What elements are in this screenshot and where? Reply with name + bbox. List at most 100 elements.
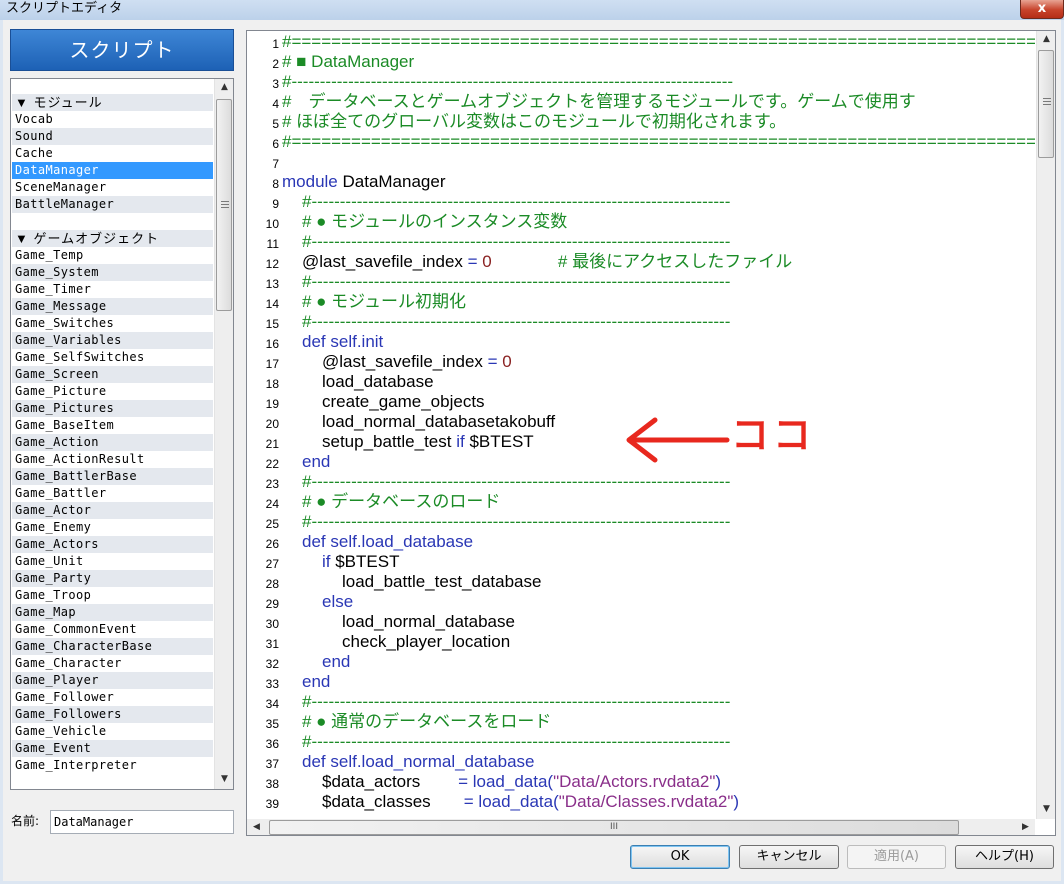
- code-line[interactable]: #---------------------------------------…: [302, 472, 730, 492]
- script-list-item[interactable]: SceneManager: [12, 179, 213, 196]
- code-line[interactable]: #---------------------------------------…: [302, 232, 730, 252]
- code-line[interactable]: #---------------------------------------…: [302, 312, 730, 332]
- script-list-item[interactable]: Game_Character: [12, 655, 213, 672]
- script-list-item[interactable]: Game_BattlerBase: [12, 468, 213, 485]
- script-list-item[interactable]: Sound: [12, 128, 213, 145]
- script-list-item[interactable]: Game_Unit: [12, 553, 213, 570]
- code-line[interactable]: #---------------------------------------…: [282, 72, 733, 92]
- script-list-item[interactable]: Game_BaseItem: [12, 417, 213, 434]
- script-list-item[interactable]: [12, 213, 213, 230]
- script-list-item[interactable]: Game_Message: [12, 298, 213, 315]
- code-line[interactable]: # ● モジュール初期化: [302, 292, 466, 312]
- code-line[interactable]: #---------------------------------------…: [302, 512, 730, 532]
- script-list-item[interactable]: Game_System: [12, 264, 213, 281]
- code-token: load_normal_databasetakobuff: [322, 412, 556, 431]
- code-line[interactable]: # データベースとゲームオブジェクトを管理するモジュールです。ゲームで使用す: [282, 92, 916, 112]
- editor-h-scroll-thumb[interactable]: III: [269, 820, 959, 835]
- script-list-item[interactable]: Game_Timer: [12, 281, 213, 298]
- code-line[interactable]: load_battle_test_database: [342, 572, 541, 592]
- code-line[interactable]: @last_savefile_index = 0 # 最後にアクセスしたファイル: [302, 252, 792, 272]
- script-list-item[interactable]: Game_Picture: [12, 383, 213, 400]
- script-list-item[interactable]: Game_Player: [12, 672, 213, 689]
- code-line[interactable]: # ● モジュールのインスタンス変数: [302, 212, 567, 232]
- code-line[interactable]: def self.load_database: [302, 532, 473, 552]
- script-list-item[interactable]: Game_Followers: [12, 706, 213, 723]
- script-list-item[interactable]: Game_CommonEvent: [12, 621, 213, 638]
- script-list-item[interactable]: Vocab: [12, 111, 213, 128]
- script-list-item[interactable]: Game_Map: [12, 604, 213, 621]
- scroll-thumb[interactable]: [216, 99, 232, 311]
- code-line[interactable]: #---------------------------------------…: [302, 692, 730, 712]
- ok-button[interactable]: OK: [630, 845, 730, 869]
- code-line[interactable]: #=======================================…: [282, 132, 1035, 152]
- code-token: # ● モジュール初期化: [302, 292, 466, 311]
- script-list-item[interactable]: Game_Interpreter: [12, 757, 213, 774]
- code-line[interactable]: def self.init: [302, 332, 383, 352]
- script-list-item[interactable]: DataManager: [12, 162, 213, 179]
- scroll-down-arrow[interactable]: ▼: [216, 771, 233, 788]
- code-line[interactable]: # ● 通常のデータベースをロード: [302, 712, 551, 732]
- list-group-header[interactable]: ▼ モジュール: [12, 94, 213, 111]
- editor-scroll-down-arrow[interactable]: ▼: [1038, 801, 1055, 818]
- editor-scroll-up-arrow[interactable]: ▲: [1038, 31, 1055, 48]
- code-line[interactable]: create_game_objects: [322, 392, 485, 412]
- code-line[interactable]: $data_actors = load_data("Data/Actors.rv…: [322, 772, 721, 792]
- code-line[interactable]: load_database: [322, 372, 434, 392]
- code-line[interactable]: end: [302, 452, 330, 472]
- script-list-item[interactable]: Game_Actors: [12, 536, 213, 553]
- apply-button[interactable]: 適用(A): [847, 845, 946, 869]
- script-list-item[interactable]: Game_Action: [12, 434, 213, 451]
- cancel-button[interactable]: キャンセル: [739, 845, 839, 869]
- script-name-field[interactable]: DataManager: [50, 810, 234, 834]
- script-list-item[interactable]: Game_CharacterBase: [12, 638, 213, 655]
- editor-scroll-thumb[interactable]: [1038, 50, 1054, 158]
- script-list-item[interactable]: Game_Troop: [12, 587, 213, 604]
- code-line[interactable]: end: [302, 672, 330, 692]
- script-list-item[interactable]: Game_Follower: [12, 689, 213, 706]
- script-list-item[interactable]: Game_Vehicle: [12, 723, 213, 740]
- script-list-item[interactable]: Game_Actor: [12, 502, 213, 519]
- code-line[interactable]: def self.load_normal_database: [302, 752, 535, 772]
- help-button[interactable]: ヘルプ(H): [955, 845, 1054, 869]
- code-line[interactable]: #---------------------------------------…: [302, 192, 730, 212]
- script-list-item[interactable]: Game_Temp: [12, 247, 213, 264]
- script-list-item[interactable]: Game_Screen: [12, 366, 213, 383]
- code-token: else: [322, 592, 354, 611]
- scroll-up-arrow[interactable]: ▲: [216, 79, 233, 96]
- code-line[interactable]: # ■ DataManager: [282, 52, 414, 72]
- code-line[interactable]: # ほぼ全てのグローバル変数はこのモジュールで初期化されます。: [282, 112, 786, 132]
- script-list-item[interactable]: Game_Event: [12, 740, 213, 757]
- code-line[interactable]: end: [322, 652, 350, 672]
- code-line[interactable]: load_normal_database: [342, 612, 515, 632]
- script-list-item[interactable]: Game_Pictures: [12, 400, 213, 417]
- code-line[interactable]: #=======================================…: [282, 32, 1035, 52]
- script-list-scrollbar[interactable]: ▲ ▼: [214, 79, 233, 789]
- list-group-header[interactable]: ▼ ゲームオブジェクト: [12, 230, 213, 247]
- editor-vertical-scrollbar[interactable]: ▲ ▼: [1036, 31, 1055, 819]
- close-button[interactable]: x: [1020, 0, 1064, 19]
- script-list-item[interactable]: Cache: [12, 145, 213, 162]
- script-list-item[interactable]: Game_ActionResult: [12, 451, 213, 468]
- script-list-item[interactable]: Game_Variables: [12, 332, 213, 349]
- script-list-item[interactable]: Game_Enemy: [12, 519, 213, 536]
- code-line[interactable]: #---------------------------------------…: [302, 272, 730, 292]
- code-line[interactable]: $data_classes = load_data("Data/Classes.…: [322, 792, 739, 811]
- code-line[interactable]: @last_savefile_index = 0: [322, 352, 512, 372]
- script-list[interactable]: ▼ モジュール Vocab Sound Cache DataManager SceneMa…: [10, 78, 234, 790]
- editor-scroll-left-arrow[interactable]: ◀: [248, 819, 265, 835]
- code-line[interactable]: if $BTEST: [322, 552, 399, 572]
- code-line[interactable]: setup_battle_test if $BTEST: [322, 432, 534, 452]
- editor-scroll-right-arrow[interactable]: ▶: [1017, 819, 1034, 835]
- code-line[interactable]: load_normal_databasetakobuff: [322, 412, 555, 432]
- code-line[interactable]: check_player_location: [342, 632, 510, 652]
- code-line[interactable]: else: [322, 592, 353, 612]
- script-list-item[interactable]: Game_Party: [12, 570, 213, 587]
- script-list-item[interactable]: Game_Switches: [12, 315, 213, 332]
- script-list-item[interactable]: Game_SelfSwitches: [12, 349, 213, 366]
- editor-horizontal-scrollbar[interactable]: ◀ III ▶: [247, 819, 1035, 835]
- code-line[interactable]: # ● データベースのロード: [302, 492, 500, 512]
- script-list-item[interactable]: BattleManager: [12, 196, 213, 213]
- code-line[interactable]: #---------------------------------------…: [302, 732, 730, 752]
- code-line[interactable]: module DataManager: [282, 172, 446, 192]
- script-list-item[interactable]: Game_Battler: [12, 485, 213, 502]
